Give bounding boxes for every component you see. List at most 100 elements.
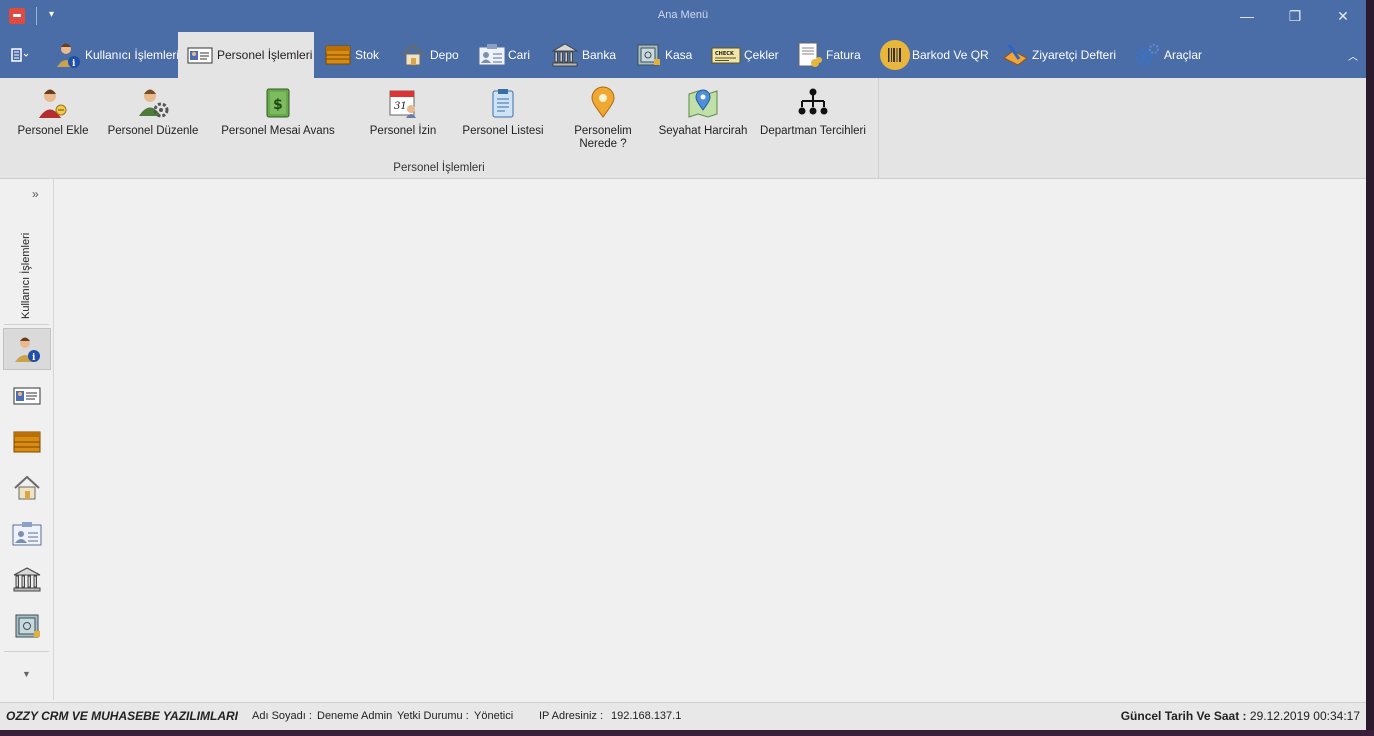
money-icon: $ (261, 86, 295, 120)
status-bar: OZZY CRM VE MUHASEBE YAZILIMLARI Adı Soy… (0, 702, 1366, 731)
datetime-display: Güncel Tarih Ve Saat : 29.12.2019 00:34:… (1121, 709, 1360, 723)
button-label: Personel Ekle (17, 125, 89, 137)
safe-icon (634, 41, 662, 69)
org-chart-icon (796, 86, 830, 120)
more-items-icon[interactable]: ▼ (22, 669, 31, 679)
safe-icon (15, 614, 40, 638)
ip-label: IP Adresiniz : (539, 710, 603, 722)
bank-icon (13, 567, 41, 592)
main-window: ▾ Ana Menü — ❐ ✕ i Kullanıcı İşlemleri P… (0, 0, 1366, 731)
nav-item-stok[interactable] (3, 421, 51, 463)
button-label: Personel Düzenle (107, 125, 199, 137)
personel-listesi-button[interactable]: Personel Listesi (460, 86, 546, 137)
personel-duzenle-button[interactable]: Personel Düzenle (106, 86, 200, 137)
button-label: Personel İzin (369, 125, 437, 137)
ribbon-group-personel-islemleri: Personel Ekle Personel Düzenle $ Persone… (0, 78, 879, 178)
tab-label: Depo (430, 48, 459, 62)
tab-barkod-ve-qr[interactable]: Barkod Ve QR (879, 32, 989, 78)
tab-kasa[interactable]: Kasa (634, 32, 692, 78)
tab-label: Kasa (665, 48, 693, 62)
expand-pane-icon[interactable]: » (32, 187, 39, 201)
button-label: Departman Tercihleri (760, 125, 866, 137)
name-value: Deneme Admin (317, 710, 393, 722)
close-button[interactable]: ✕ (1332, 6, 1354, 26)
personel-mesai-avans-button[interactable]: $ Personel Mesai Avans (220, 86, 336, 137)
ribbon-panel: Personel Ekle Personel Düzenle $ Persone… (0, 78, 1366, 179)
nav-group-label[interactable]: Kullanıcı İşlemleri (20, 219, 32, 319)
tab-depo[interactable]: Depo (399, 32, 459, 78)
nav-item-cari[interactable] (3, 513, 51, 555)
nav-item-kullanici-islemleri[interactable]: i (3, 328, 51, 370)
tab-label: Kullanıcı İşlemleri (85, 48, 180, 62)
tab-label: Araçlar (1164, 48, 1203, 62)
os-taskbar (0, 730, 1374, 736)
tab-personel-islemleri[interactable]: Personel İşlemleri (178, 32, 314, 78)
calendar-icon: 31 (386, 86, 420, 120)
box-icon (13, 431, 41, 453)
id-card-icon (186, 41, 214, 69)
house-icon (399, 41, 427, 69)
id-card-icon (13, 387, 41, 405)
tab-cari[interactable]: Cari (477, 32, 530, 78)
svg-text:31: 31 (394, 101, 407, 112)
seyahat-harcirah-button[interactable]: Seyahat Harcirah (656, 86, 750, 137)
gears-icon (1133, 41, 1161, 69)
tab-label: Stok (355, 48, 380, 62)
role-value: Yönetici (474, 710, 514, 722)
guestbook-icon (1001, 41, 1029, 69)
nav-item-kasa[interactable] (3, 605, 51, 647)
invoice-icon (795, 41, 823, 69)
personel-izin-button[interactable]: 31 Personel İzin (364, 86, 442, 137)
box-icon (324, 41, 352, 69)
tab-label: Barkod Ve QR (912, 48, 989, 62)
tab-banka[interactable]: Banka (551, 32, 616, 78)
nav-item-banka[interactable] (3, 559, 51, 601)
collapse-ribbon-icon[interactable]: ︿ (1348, 48, 1358, 63)
contact-card-icon (12, 522, 42, 546)
barcode-icon (879, 40, 911, 70)
app-menu-button[interactable] (10, 32, 30, 78)
tab-label: Personel İşlemleri (217, 48, 313, 62)
user-info-icon: i (54, 41, 82, 69)
user-info-icon: i (15, 337, 40, 363)
main-content-area (54, 179, 1366, 700)
tab-araclar[interactable]: Araçlar (1133, 32, 1202, 78)
location-pin-icon (586, 86, 620, 120)
nav-divider (4, 324, 49, 325)
tab-fatura[interactable]: Fatura (795, 32, 861, 78)
tab-cekler[interactable]: CHECK Çekler (711, 32, 779, 78)
tab-label: Fatura (826, 48, 861, 62)
button-label: Personel Mesai Avans (221, 125, 335, 137)
personel-ekle-button[interactable]: Personel Ekle (14, 86, 92, 137)
add-user-icon (36, 86, 70, 120)
bank-icon (551, 41, 579, 69)
datetime-label: Güncel Tarih Ve Saat : (1120, 709, 1247, 723)
tab-label: Cari (508, 48, 531, 62)
svg-text:$: $ (273, 97, 283, 113)
button-label: Personel Listesi (462, 125, 544, 137)
nav-item-depo[interactable] (3, 467, 51, 509)
check-icon: CHECK (711, 41, 741, 69)
house-icon (14, 475, 40, 500)
ribbon-tab-bar: i Kullanıcı İşlemleri Personel İşlemleri… (0, 32, 1366, 78)
personelim-nerede-button[interactable]: Personelim Nerede ? (566, 86, 640, 151)
navigation-pane: » Kullanıcı İşlemleri i ▼ (0, 179, 54, 700)
button-label: Seyahat Harcirah (658, 125, 748, 137)
ribbon-group-label: Personel İşlemleri (393, 162, 485, 174)
tab-label: Banka (582, 48, 617, 62)
tab-ziyaretci-defteri[interactable]: Ziyaretçi Defteri (1001, 32, 1116, 78)
minimize-button[interactable]: — (1236, 6, 1258, 26)
company-name: OZZY CRM VE MUHASEBE YAZILIMLARI (6, 709, 239, 723)
clipboard-icon (486, 86, 520, 120)
svg-text:i: i (72, 59, 76, 69)
svg-text:i: i (32, 353, 36, 363)
role-label: Yetki Durumu : (397, 710, 469, 722)
restore-button[interactable]: ❐ (1284, 6, 1306, 26)
departman-tercihleri-button[interactable]: Departman Tercihleri (758, 86, 868, 137)
tab-stok[interactable]: Stok (324, 32, 379, 78)
name-label: Adı Soyadı : (252, 710, 312, 722)
contact-card-icon (477, 41, 505, 69)
button-label: Personelim Nerede ? (574, 125, 632, 150)
tab-kullanici-islemleri[interactable]: i Kullanıcı İşlemleri (54, 32, 179, 78)
nav-item-personel-islemleri[interactable] (3, 375, 51, 417)
